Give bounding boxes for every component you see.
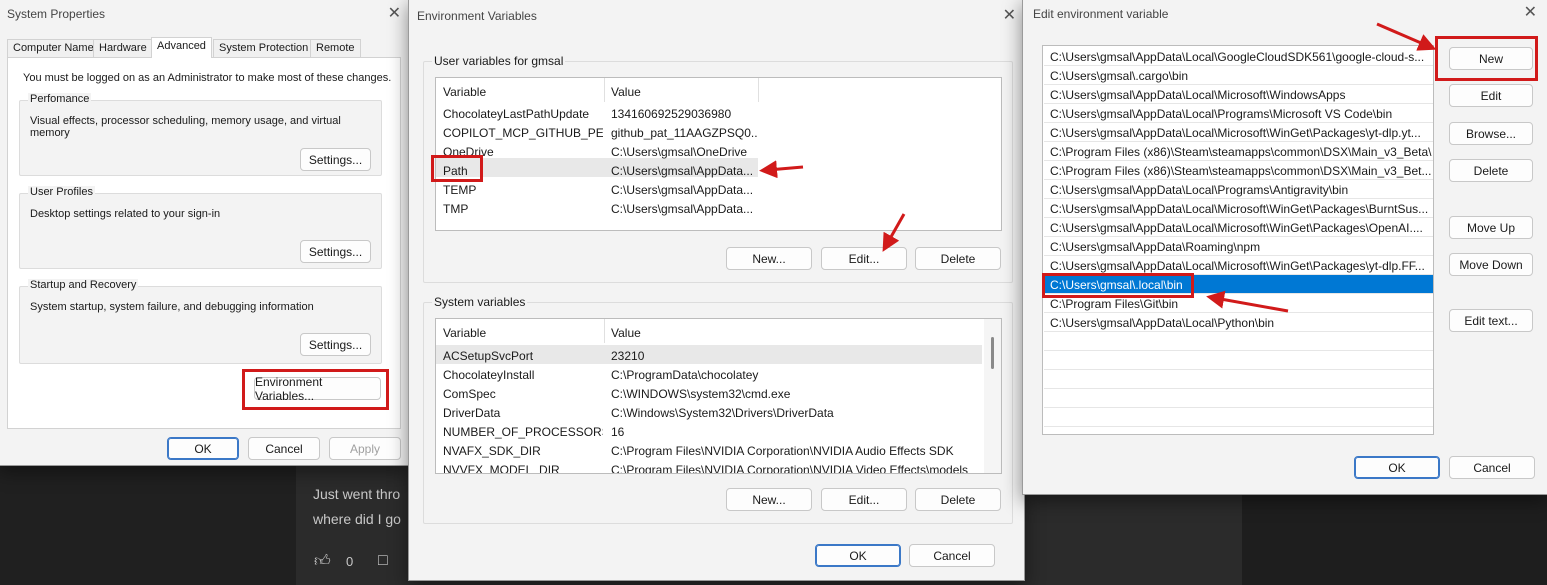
tab-advanced[interactable]: Advanced xyxy=(151,37,212,58)
arrow-to-edit xyxy=(882,213,906,252)
arrow-to-local-bin xyxy=(1206,290,1289,313)
annotation-arrows xyxy=(759,22,1437,313)
arrow-to-path xyxy=(759,160,804,179)
arrow-to-new xyxy=(1376,22,1437,51)
